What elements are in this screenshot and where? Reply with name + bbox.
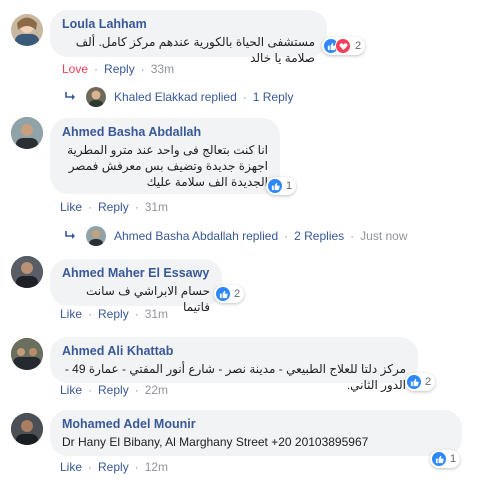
avatar[interactable] [11, 338, 43, 370]
comment-bubble: Ahmed Ali Khattab مركز دلتا للعلاج الطبي… [50, 337, 418, 392]
reaction-count: 2 [355, 40, 362, 52]
timestamp[interactable]: 31m [145, 307, 168, 321]
comment-bubble: Loula Lahham مستشفى الحياة بالكورية عنده… [50, 10, 327, 65]
reply-arrow-icon [65, 231, 75, 239]
avatar [86, 226, 106, 246]
heart-icon [335, 38, 351, 54]
separator: · [134, 383, 139, 397]
view-replies[interactable]: Ahmed Basha Abdallah replied · 2 Replies · J… [64, 226, 408, 246]
reaction-count: 2 [425, 376, 432, 388]
reaction-count: 1 [286, 180, 293, 192]
comment-actions: Like · Reply · 31m [60, 200, 168, 214]
comment-bubble: Ahmed Maher El Essawy حسام الابراشي ف سا… [50, 259, 222, 314]
avatar[interactable] [11, 256, 43, 288]
comment-actions: Like · Reply · 12m [60, 460, 168, 474]
separator: · [242, 90, 247, 104]
comment-actions: Like · Reply · 31m [60, 307, 168, 321]
avatar [86, 87, 106, 107]
reaction-count: 1 [450, 453, 457, 465]
love-link[interactable]: Love [62, 62, 88, 76]
timestamp[interactable]: 31m [145, 200, 168, 214]
thumbs-up-icon [407, 375, 421, 389]
reply-timestamp: Just now [360, 229, 408, 243]
separator: · [134, 460, 139, 474]
reaction-count: 2 [234, 288, 241, 300]
reply-link[interactable]: Reply [98, 460, 129, 474]
like-link[interactable]: Like [60, 200, 82, 214]
comment-author[interactable]: Ahmed Basha Abdallah [62, 125, 268, 139]
reaction-summary[interactable]: 1 [266, 177, 297, 195]
separator: · [284, 229, 289, 243]
separator: · [350, 229, 355, 243]
reply-count[interactable]: 2 Replies [294, 229, 344, 243]
timestamp[interactable]: 12m [145, 460, 168, 474]
thumbs-up-icon [268, 179, 282, 193]
thumbs-up-icon [432, 452, 446, 466]
reaction-summary[interactable]: 2 [405, 373, 436, 391]
reaction-summary[interactable]: 2 [322, 37, 366, 55]
comment-bubble: Ahmed Basha Abdallah انا كنت بتعالج فى و… [50, 118, 280, 194]
separator: · [134, 307, 139, 321]
like-link[interactable]: Like [60, 307, 82, 321]
thumbs-up-icon [216, 287, 230, 301]
comment-author[interactable]: Ahmed Maher El Essawy [62, 266, 210, 280]
reply-count[interactable]: 1 Reply [253, 90, 294, 104]
view-replies[interactable]: Khaled Elakkad replied · 1 Reply [64, 87, 293, 107]
comment-actions: Like · Reply · 22m [60, 383, 168, 397]
comment-author[interactable]: Loula Lahham [62, 17, 315, 31]
reply-link[interactable]: Reply [98, 307, 129, 321]
reaction-summary[interactable]: 1 [430, 450, 461, 468]
timestamp[interactable]: 22m [145, 383, 168, 397]
timestamp[interactable]: 33m [151, 62, 174, 76]
comment-bubble: Mohamed Adel Mounir Dr Hany El Bibany, A… [50, 410, 462, 456]
replier-name[interactable]: Ahmed Basha Abdallah replied [114, 229, 278, 243]
comment-author[interactable]: Ahmed Ali Khattab [62, 344, 406, 358]
like-link[interactable]: Like [60, 460, 82, 474]
comment-text: Dr Hany El Bibany, Al Marghany Street +2… [62, 435, 369, 449]
reaction-summary[interactable]: 2 [214, 285, 245, 303]
comment-author[interactable]: Mohamed Adel Mounir [62, 417, 450, 431]
reply-link[interactable]: Reply [98, 200, 129, 214]
separator: · [94, 62, 99, 76]
like-link[interactable]: Like [60, 383, 82, 397]
comment-actions: Love · Reply · 33m [62, 62, 174, 76]
separator: · [134, 200, 139, 214]
reply-link[interactable]: Reply [98, 383, 129, 397]
separator: · [140, 62, 145, 76]
comment-text: انا كنت بتعالج فى واحد عند مترو المطرية … [67, 143, 268, 189]
separator: · [88, 460, 93, 474]
avatar[interactable] [11, 413, 43, 445]
separator: · [88, 200, 93, 214]
avatar[interactable] [11, 117, 43, 149]
replier-name[interactable]: Khaled Elakkad replied [114, 90, 237, 104]
reply-arrow-icon [65, 92, 75, 100]
reply-link[interactable]: Reply [104, 62, 135, 76]
avatar[interactable] [11, 14, 43, 46]
separator: · [88, 307, 93, 321]
separator: · [88, 383, 93, 397]
